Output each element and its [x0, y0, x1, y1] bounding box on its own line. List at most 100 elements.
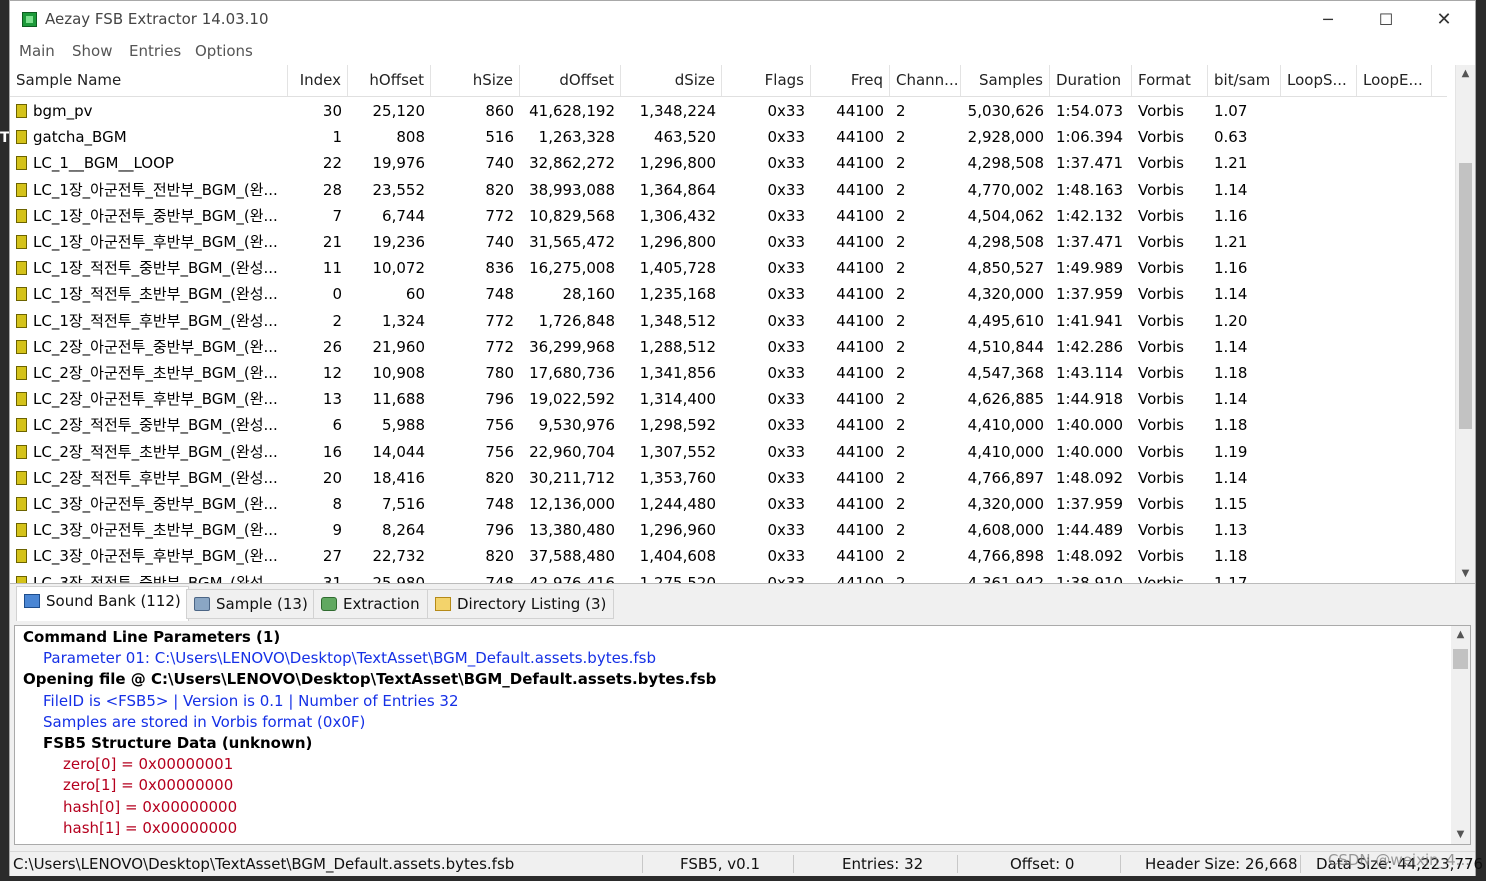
scroll-down-icon[interactable]: ▼: [1456, 565, 1475, 583]
table-row[interactable]: LC_1장_적전투_후반부_BGM_(완성... 2 1,324 772 1,726,8…: [10, 308, 1447, 334]
table-row[interactable]: LC_2장_적전투_초반부_BGM_(완성... 16 14,044 756 22,96…: [10, 439, 1447, 465]
cell-bits-per-sample: 1.16: [1214, 259, 1248, 278]
menu-entries[interactable]: Entries: [129, 42, 181, 60]
cell-duration: 1:40.000: [1056, 442, 1124, 461]
minimize-button[interactable]: ─: [1299, 1, 1357, 39]
cell-bits-per-sample: 1.14: [1214, 180, 1248, 199]
table-row[interactable]: LC_1장_적전투_초반부_BGM_(완성... 0 60 748 28,160 1,23…: [10, 281, 1447, 307]
cell-h-size: 756: [485, 442, 514, 461]
cell-flags: 0x33: [767, 390, 805, 409]
cell-flags: 0x33: [767, 180, 805, 199]
table-row[interactable]: LC_1장_아군전투_중반부_BGM_(완... 7 6,744 772 10,829,…: [10, 203, 1447, 229]
cell-channels: 2: [896, 416, 906, 435]
tab-sound-bank[interactable]: Sound Bank (112): [16, 586, 189, 621]
table-row[interactable]: gatcha_BGM 1 808 516 1,263,328 463,520 0x33 441…: [10, 124, 1447, 150]
column-header[interactable]: Chann...: [890, 65, 961, 96]
cell-h-size: 820: [485, 468, 514, 487]
menu-show[interactable]: Show: [72, 42, 112, 60]
cell-d-offset: 1,726,848: [538, 311, 615, 330]
cell-d-size: 1,348,512: [639, 311, 716, 330]
table-row[interactable]: LC_3장_아군전투_초반부_BGM_(완... 9 8,264 796 13,380,…: [10, 517, 1447, 543]
cell-format: Vorbis: [1138, 311, 1184, 330]
cell-samples: 4,504,062: [967, 206, 1044, 225]
cell-channels: 2: [896, 154, 906, 173]
column-header[interactable]: Index: [288, 65, 348, 96]
cell-flags: 0x33: [767, 128, 805, 147]
cell-freq: 44100: [836, 390, 884, 409]
cell-sample-name: LC_2장_적전투_중반부_BGM_(완성...: [10, 412, 288, 438]
column-header[interactable]: bit/sam: [1208, 65, 1281, 96]
column-header[interactable]: hOffset: [348, 65, 431, 96]
column-header[interactable]: Flags: [722, 65, 811, 96]
cell-format: Vorbis: [1138, 233, 1184, 251]
log-line: FSB5 Structure Data (unknown): [43, 734, 313, 752]
scroll-thumb[interactable]: [1459, 163, 1472, 429]
column-header[interactable]: dSize: [621, 65, 722, 96]
cell-bits-per-sample: 1.14: [1214, 390, 1248, 409]
scroll-up-icon[interactable]: ▲: [1456, 65, 1475, 83]
cell-flags: 0x33: [767, 206, 805, 225]
table-row[interactable]: bgm_pv 30 25,120 860 41,628,192 1,348,224 0x33…: [10, 98, 1447, 124]
cell-h-offset: 60: [405, 285, 425, 304]
column-header[interactable]: LoopE...: [1357, 65, 1432, 96]
list-scrollbar[interactable]: ▲ ▼: [1455, 65, 1475, 583]
cell-sample-name: LC_1장_적전투_중반부_BGM_(완성...: [10, 255, 288, 281]
sample-list[interactable]: Sample Name Index hOffset hSize dOffset dSize…: [10, 65, 1475, 584]
column-header[interactable]: dOffset: [520, 65, 621, 96]
scroll-thumb[interactable]: [1453, 649, 1468, 669]
table-row[interactable]: LC_3장_아군전투_후반부_BGM_(완... 27 22,732 820 37,58…: [10, 543, 1447, 569]
table-row[interactable]: LC_2장_적전투_중반부_BGM_(완성... 6 5,988 756 9,530,9…: [10, 412, 1447, 438]
table-row[interactable]: LC_2장_아군전투_중반부_BGM_(완... 26 21,960 772 36,29…: [10, 334, 1447, 360]
scroll-down-icon[interactable]: ▼: [1451, 826, 1470, 844]
maximize-button[interactable]: ☐: [1357, 1, 1415, 39]
app-icon: [22, 12, 37, 27]
table-row[interactable]: LC_2장_적전투_후반부_BGM_(완성... 20 18,416 820 30,21…: [10, 465, 1447, 491]
cell-loop-start: [1281, 281, 1357, 307]
cell-channels: 2: [896, 311, 906, 330]
column-header[interactable]: Samples: [961, 65, 1050, 96]
column-header[interactable]: Sample Name: [10, 65, 288, 96]
cell-d-size: 1,244,480: [639, 495, 716, 513]
cell-loop-end: [1357, 124, 1432, 150]
table-row[interactable]: LC_1장_적전투_중반부_BGM_(완성... 11 10,072 836 16,27…: [10, 255, 1447, 281]
log-line: Samples are stored in Vorbis format (0x0…: [43, 712, 366, 731]
cell-format: Vorbis: [1138, 495, 1184, 513]
sample-name-text: LC_1장_적전투_초반부_BGM_(완성...: [33, 285, 278, 304]
cell-freq: 44100: [836, 259, 884, 278]
cell-channels: 2: [896, 128, 906, 147]
log-line: hash[0] = 0x00000000: [63, 797, 238, 816]
tab-directory-listing[interactable]: Directory Listing (3): [427, 589, 615, 619]
cell-h-size: 772: [485, 311, 514, 330]
column-header[interactable]: Duration: [1050, 65, 1132, 96]
cell-index: 0: [332, 285, 342, 304]
menu-options[interactable]: Options: [195, 42, 253, 60]
menu-main[interactable]: Main: [19, 42, 55, 60]
table-row[interactable]: LC_3장_적전투_중반부_BGM_(완성... 31 25,980 748 42,97…: [10, 570, 1447, 583]
log-panel[interactable]: Command Line Parameters (1) Parameter 01:…: [14, 625, 1471, 845]
table-row[interactable]: LC_3장_아군전투_중반부_BGM_(완... 8 7,516 748 12,136,…: [10, 491, 1447, 517]
log-scrollbar[interactable]: ▲ ▼: [1451, 626, 1470, 844]
file-icon: [16, 339, 27, 354]
title-bar[interactable]: Aezay FSB Extractor 14.03.10 ─ ☐ ✕: [10, 1, 1475, 39]
cell-freq: 44100: [836, 547, 884, 566]
close-button[interactable]: ✕: [1415, 1, 1473, 39]
column-header[interactable]: Freq: [811, 65, 890, 96]
cell-loop-end: [1357, 177, 1432, 203]
column-header[interactable]: Format: [1132, 65, 1208, 96]
tab-sample[interactable]: Sample (13): [186, 589, 316, 619]
column-header[interactable]: LoopS...: [1281, 65, 1357, 96]
table-row[interactable]: LC_1장_아군전투_전반부_BGM_(완... 28 23,552 820 38,99…: [10, 177, 1447, 203]
cell-loop-start: [1281, 334, 1357, 360]
table-row[interactable]: LC_1__BGM__LOOP 22 19,976 740 32,862,272 1,29…: [10, 150, 1447, 176]
cell-d-size: 1,314,400: [639, 390, 716, 409]
table-row[interactable]: LC_1장_아군전투_후반부_BGM_(완... 21 19,236 740 31,56…: [10, 229, 1447, 255]
tab-extraction[interactable]: Extraction: [313, 589, 428, 619]
scroll-up-icon[interactable]: ▲: [1451, 626, 1470, 644]
table-row[interactable]: LC_2장_아군전투_후반부_BGM_(완... 13 11,688 796 19,02…: [10, 386, 1447, 412]
cell-index: 7: [332, 206, 342, 225]
table-row[interactable]: LC_2장_아군전투_초반부_BGM_(완... 12 10,908 780 17,68…: [10, 360, 1447, 386]
cell-samples: 4,298,508: [967, 233, 1044, 251]
column-header[interactable]: hSize: [431, 65, 520, 96]
cell-format: Vorbis: [1138, 102, 1184, 120]
cell-format: Vorbis: [1138, 468, 1184, 487]
